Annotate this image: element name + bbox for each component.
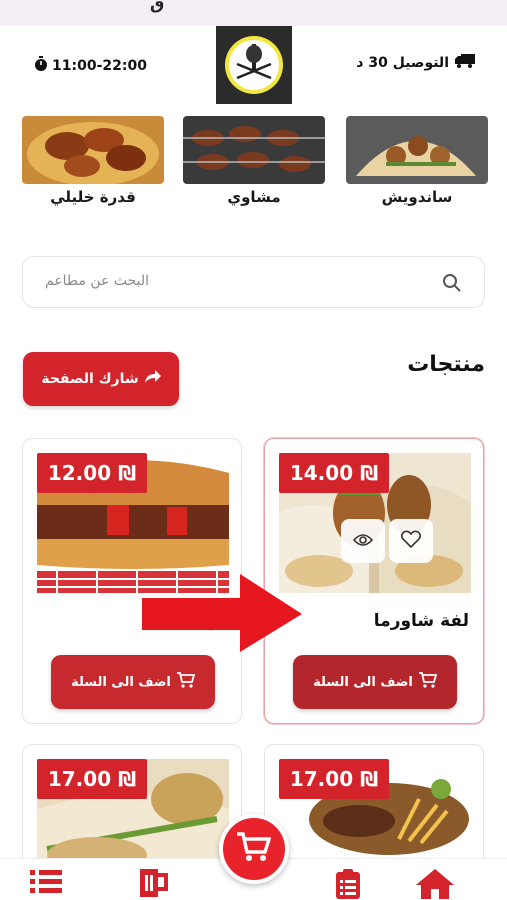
header: 11:00-22:00 التوصيل 30 د — [0, 26, 507, 110]
stopwatch-icon — [34, 56, 48, 76]
pointer-arrow — [142, 574, 302, 656]
share-arrow-icon — [144, 370, 161, 388]
status-strip: ق — [0, 0, 507, 26]
price-badge: 17.00 ₪ — [37, 759, 147, 799]
opening-hours: 11:00-22:00 — [34, 56, 147, 76]
quick-view-button[interactable] — [341, 519, 385, 563]
price-badge: 17.00 ₪ — [279, 759, 389, 799]
cart-icon — [237, 832, 272, 866]
cart-icon — [176, 672, 196, 692]
product-image: 12.00 ₪ — [37, 453, 229, 593]
home-icon[interactable] — [416, 869, 454, 900]
truck-icon — [455, 54, 475, 72]
add-to-cart-label: اضف الى السلة — [313, 674, 413, 690]
search-bar[interactable]: البحث عن مطاعم — [22, 256, 485, 308]
partial-text: ق — [150, 0, 165, 13]
category-label: قدرة خليلي — [50, 188, 136, 206]
section-title: منتجات — [407, 352, 485, 377]
search-icon[interactable] — [442, 273, 462, 297]
favorite-button[interactable] — [389, 519, 433, 563]
product-image: 14.00 ₪ — [279, 453, 471, 593]
drinks-icon[interactable] — [138, 869, 168, 900]
menu-list-icon[interactable] — [30, 869, 62, 897]
category-item-3[interactable]: قدرة خليلي — [22, 116, 164, 206]
add-to-cart-label: اضف الى السلة — [71, 674, 171, 690]
hours-text: 11:00-22:00 — [52, 58, 147, 74]
restaurant-logo[interactable] — [216, 26, 292, 104]
share-page-button[interactable]: شارك الصفحة — [23, 352, 179, 406]
search-input[interactable]: البحث عن مطاعم — [23, 273, 183, 289]
orders-clipboard-icon[interactable] — [336, 869, 360, 900]
price-badge: 12.00 ₪ — [37, 453, 147, 493]
category-image — [183, 116, 325, 184]
add-to-cart-button[interactable]: اضف الى السلة — [293, 655, 457, 709]
product-actions — [341, 519, 433, 563]
price-badge: 14.00 ₪ — [279, 453, 389, 493]
add-to-cart-button[interactable]: اضف الى السلة — [51, 655, 215, 709]
category-item-2[interactable]: مشاوي — [183, 116, 325, 206]
share-label: شارك الصفحة — [41, 371, 139, 387]
category-label: مشاوي — [227, 188, 281, 206]
product-name[interactable]: لفة شاورما — [374, 611, 469, 631]
category-label: ساندويش — [381, 188, 453, 206]
heart-icon — [400, 530, 422, 552]
delivery-time: التوصيل 30 د — [356, 54, 475, 72]
category-strip: قدرة خليلي مشاوي ساندويش — [0, 116, 507, 212]
eye-icon — [352, 532, 374, 551]
cart-fab-button[interactable] — [219, 814, 289, 884]
category-item-1[interactable]: ساندويش — [346, 116, 488, 206]
cart-icon — [418, 672, 438, 692]
category-image — [346, 116, 488, 184]
category-image — [22, 116, 164, 184]
delivery-text: التوصيل 30 د — [356, 55, 449, 71]
